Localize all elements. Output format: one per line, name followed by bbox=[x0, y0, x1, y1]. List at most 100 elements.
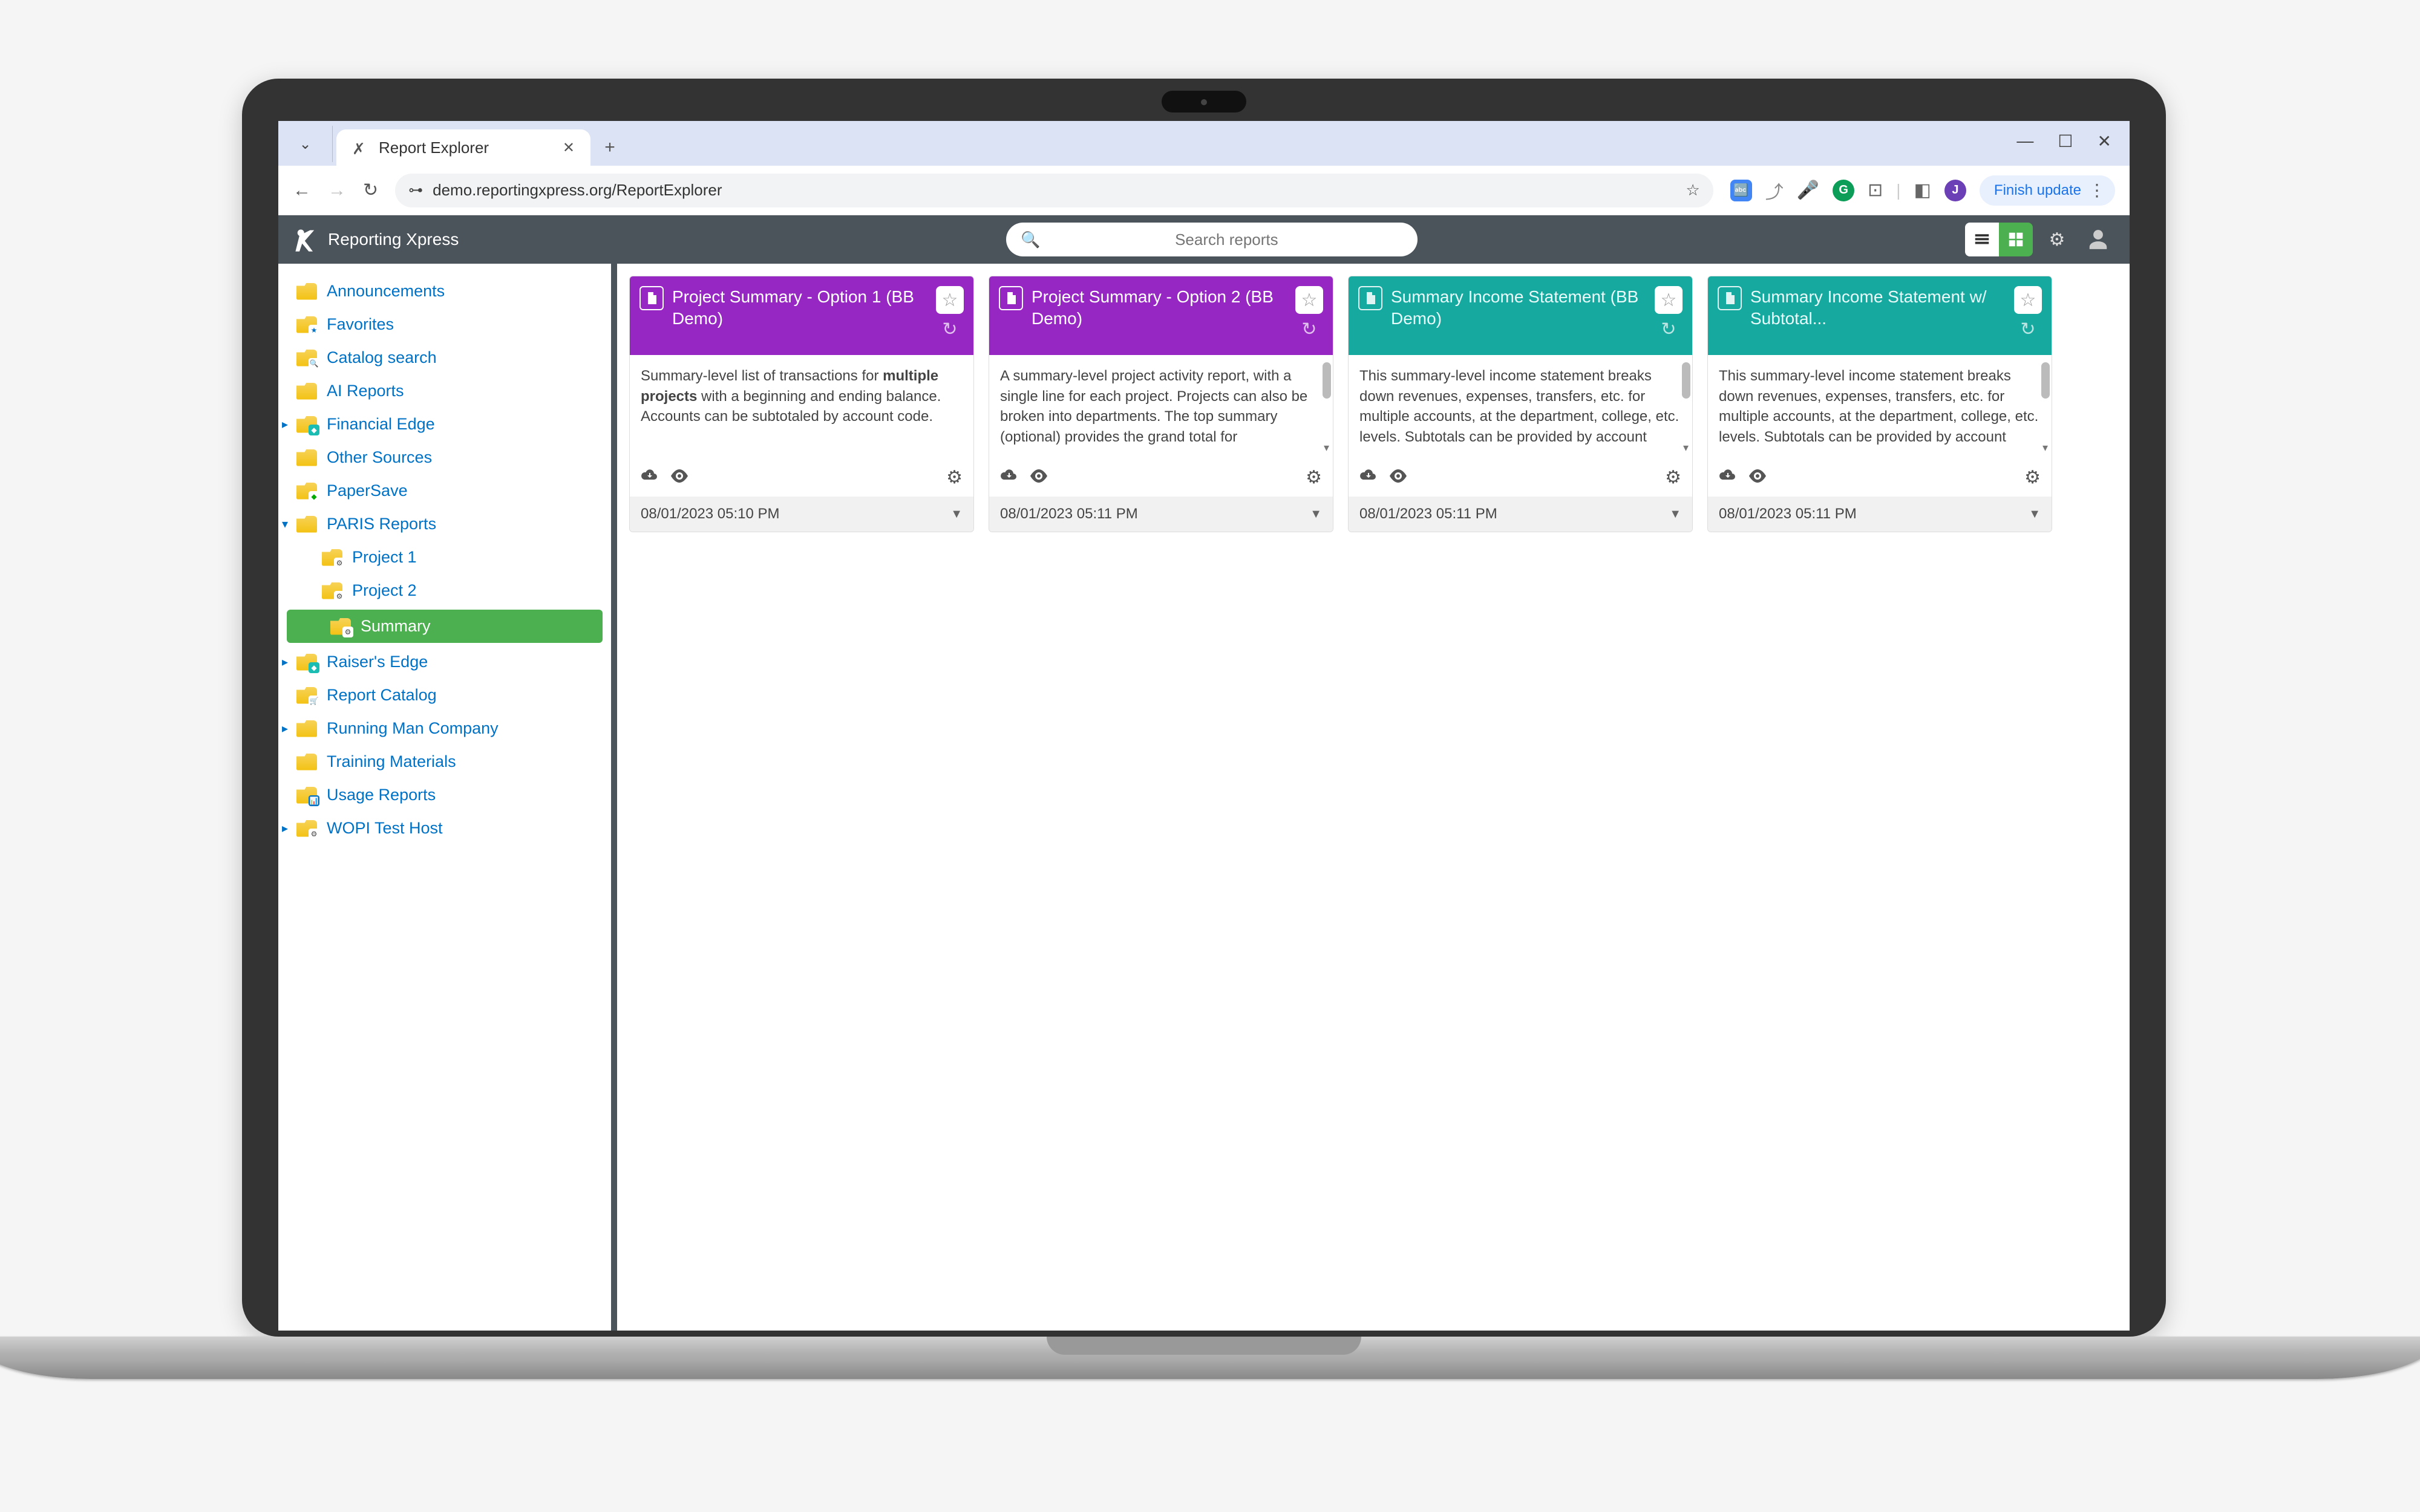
address-bar[interactable]: ⊶ demo.reportingxpress.org/ReportExplore… bbox=[395, 174, 1713, 207]
card-title: Summary Income Statement (BB Demo) bbox=[1391, 286, 1646, 330]
scroll-down-caret-icon[interactable]: ▾ bbox=[2042, 440, 2048, 455]
card-footer-dropdown[interactable]: 08/01/2023 05:10 PM ▼ bbox=[630, 497, 973, 532]
sidebar-item-usage-reports[interactable]: 📊 Usage Reports bbox=[278, 778, 611, 812]
tab-title: Report Explorer bbox=[379, 138, 489, 157]
scroll-down-caret-icon[interactable]: ▾ bbox=[1683, 440, 1689, 455]
history-icon[interactable]: ↻ bbox=[1661, 319, 1676, 340]
history-icon[interactable]: ↻ bbox=[942, 319, 957, 340]
preview-eye-icon[interactable] bbox=[1029, 467, 1048, 487]
scroll-thumb[interactable] bbox=[2041, 362, 2050, 399]
folder-icon: ◆ bbox=[296, 483, 317, 500]
sidebar-item-other-sources[interactable]: Other Sources bbox=[278, 441, 611, 474]
window-minimize-icon[interactable]: — bbox=[2016, 131, 2033, 151]
search-input[interactable] bbox=[1050, 230, 1404, 249]
sidebar-item-favorites[interactable]: ★ Favorites bbox=[278, 308, 611, 341]
preview-eye-icon[interactable] bbox=[670, 467, 689, 487]
tab-search-button[interactable]: ⌄ bbox=[278, 126, 333, 162]
preview-eye-icon[interactable] bbox=[1388, 467, 1408, 487]
extensions-puzzle-icon[interactable]: ⊡ bbox=[1868, 180, 1883, 201]
profile-avatar[interactable]: J bbox=[1944, 180, 1966, 201]
app-brand[interactable]: Reporting Xpress bbox=[293, 226, 459, 253]
sidebar-item-announcements[interactable]: Announcements bbox=[278, 275, 611, 308]
preview-eye-icon[interactable] bbox=[1748, 467, 1767, 487]
site-info-icon[interactable]: ⊶ bbox=[408, 181, 423, 199]
nav-back-icon[interactable]: ← bbox=[293, 180, 311, 201]
gear-badge-icon: ⚙ bbox=[309, 829, 319, 839]
download-cloud-icon[interactable] bbox=[1000, 466, 1018, 488]
favorite-star-button[interactable]: ☆ bbox=[936, 286, 964, 314]
scroll-thumb[interactable] bbox=[1682, 362, 1690, 399]
extension-mic-icon[interactable]: 🎤 bbox=[1797, 180, 1819, 201]
card-footer-dropdown[interactable]: 08/01/2023 05:11 PM ▼ bbox=[1708, 497, 2052, 532]
card-toolbar: ⚙ bbox=[989, 458, 1333, 497]
sidebar-item-raisers-edge[interactable]: ◆ Raiser's Edge bbox=[278, 645, 611, 679]
sidebar-item-catalog-search[interactable]: 🔍 Catalog search bbox=[278, 341, 611, 374]
sidebar-item-summary[interactable]: ⚙ Summary bbox=[287, 610, 603, 643]
download-cloud-icon[interactable] bbox=[1359, 466, 1378, 488]
report-card[interactable]: Project Summary - Option 1 (BB Demo) ☆ ↻… bbox=[629, 276, 974, 532]
header-settings-button[interactable]: ⚙ bbox=[2040, 223, 2074, 256]
side-panel-icon[interactable]: ◧ bbox=[1914, 180, 1931, 201]
card-settings-gear-icon[interactable]: ⚙ bbox=[2024, 467, 2041, 488]
url-text: demo.reportingxpress.org/ReportExplorer bbox=[433, 181, 722, 200]
nav-forward-icon[interactable]: → bbox=[328, 180, 346, 201]
sidebar-item-wopi-test-host[interactable]: ⚙ WOPI Test Host bbox=[278, 812, 611, 845]
view-grid-button[interactable] bbox=[1999, 223, 2033, 256]
card-timestamp: 08/01/2023 05:11 PM bbox=[1719, 506, 1857, 523]
extension-translate-icon[interactable]: 🔤 bbox=[1730, 180, 1752, 201]
download-cloud-icon[interactable] bbox=[641, 466, 659, 488]
extension-scroll-icon[interactable]: ⤴ bbox=[1765, 177, 1784, 204]
download-cloud-icon[interactable] bbox=[1719, 466, 1737, 488]
scroll-down-caret-icon[interactable]: ▾ bbox=[1324, 440, 1329, 455]
favorite-star-button[interactable]: ☆ bbox=[1655, 286, 1683, 314]
sidebar-item-label: Running Man Company bbox=[327, 719, 499, 738]
window-maximize-icon[interactable]: ☐ bbox=[2058, 131, 2073, 151]
new-tab-button[interactable]: + bbox=[597, 134, 623, 161]
brand-logo-icon bbox=[293, 226, 319, 253]
card-desc-text: Summary-level list of transactions for m… bbox=[641, 368, 941, 425]
sidebar-item-running-man[interactable]: Running Man Company bbox=[278, 712, 611, 745]
history-icon[interactable]: ↻ bbox=[2020, 319, 2035, 340]
sidebar-item-label: Raiser's Edge bbox=[327, 653, 428, 671]
tab-close-icon[interactable]: ✕ bbox=[563, 139, 575, 157]
sidebar-tree[interactable]: Announcements ★ Favorites 🔍 Catalog sear… bbox=[278, 264, 617, 1331]
sidebar-item-papersave[interactable]: ◆ PaperSave bbox=[278, 474, 611, 507]
sidebar-item-training-materials[interactable]: Training Materials bbox=[278, 745, 611, 778]
sidebar-item-ai-reports[interactable]: AI Reports bbox=[278, 374, 611, 408]
card-footer-dropdown[interactable]: 08/01/2023 05:11 PM ▼ bbox=[1349, 497, 1692, 532]
folder-icon: 📊 bbox=[296, 787, 317, 804]
finish-update-button[interactable]: Finish update ⋮ bbox=[1980, 175, 2115, 206]
window-close-icon[interactable]: ✕ bbox=[2098, 131, 2111, 151]
browser-tab-active[interactable]: ✗ Report Explorer ✕ bbox=[336, 129, 590, 166]
card-header-actions: ☆ ↻ bbox=[1295, 286, 1323, 340]
scroll-thumb[interactable] bbox=[1323, 362, 1331, 399]
sidebar-item-label: Summary bbox=[361, 617, 431, 636]
view-list-button[interactable] bbox=[1965, 223, 1999, 256]
card-timestamp: 08/01/2023 05:11 PM bbox=[1000, 506, 1138, 523]
sidebar-item-paris-reports[interactable]: PARIS Reports bbox=[278, 507, 611, 541]
search-reports-field[interactable]: 🔍 bbox=[1006, 223, 1418, 256]
app-body: Announcements ★ Favorites 🔍 Catalog sear… bbox=[278, 264, 2130, 1331]
header-user-button[interactable] bbox=[2081, 223, 2115, 256]
sidebar-item-label: WOPI Test Host bbox=[327, 819, 443, 838]
history-icon[interactable]: ↻ bbox=[1301, 319, 1316, 340]
report-card[interactable]: Summary Income Statement (BB Demo) ☆ ↻ T… bbox=[1348, 276, 1693, 532]
card-settings-gear-icon[interactable]: ⚙ bbox=[1665, 467, 1681, 488]
extension-grammarly-icon[interactable]: G bbox=[1833, 180, 1854, 201]
chevron-down-icon: ▼ bbox=[1669, 507, 1681, 521]
report-card[interactable]: Summary Income Statement w/ Subtotal... … bbox=[1707, 276, 2052, 532]
folder-icon: ⚙ bbox=[322, 549, 342, 566]
sidebar-item-project-2[interactable]: ⚙ Project 2 bbox=[278, 574, 611, 607]
card-settings-gear-icon[interactable]: ⚙ bbox=[1306, 467, 1322, 488]
bookmark-star-icon[interactable]: ☆ bbox=[1686, 181, 1699, 200]
report-card[interactable]: Project Summary - Option 2 (BB Demo) ☆ ↻… bbox=[989, 276, 1333, 532]
card-footer-dropdown[interactable]: 08/01/2023 05:11 PM ▼ bbox=[989, 497, 1333, 532]
sidebar-item-report-catalog[interactable]: 🛒 Report Catalog bbox=[278, 679, 611, 712]
favorite-star-button[interactable]: ☆ bbox=[2014, 286, 2042, 314]
favorite-star-button[interactable]: ☆ bbox=[1295, 286, 1323, 314]
card-settings-gear-icon[interactable]: ⚙ bbox=[946, 467, 963, 488]
nav-reload-icon[interactable]: ↻ bbox=[363, 180, 378, 201]
sidebar-item-project-1[interactable]: ⚙ Project 1 bbox=[278, 541, 611, 574]
browser-menu-icon[interactable]: ⋮ bbox=[2088, 180, 2105, 200]
sidebar-item-financial-edge[interactable]: ◆ Financial Edge bbox=[278, 408, 611, 441]
